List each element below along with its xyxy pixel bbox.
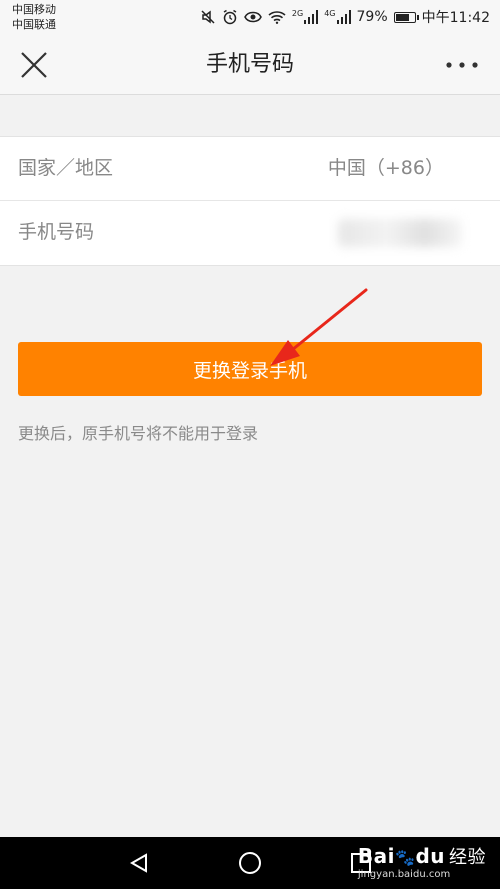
- watermark-brand-cn: 经验: [449, 847, 486, 868]
- status-icons: 2G 4G 79% 中午11:42: [200, 6, 490, 28]
- signal-bars-icon: [304, 10, 319, 24]
- baidu-jingyan-watermark: Bai🐾du 经验 jingyan.baidu.com: [358, 845, 486, 881]
- change-login-phone-button[interactable]: 更换登录手机: [18, 342, 482, 396]
- country-region-row[interactable]: 国家／地区 中国（+86）: [0, 137, 500, 201]
- more-dots-icon: [446, 62, 478, 68]
- more-options-button[interactable]: [442, 50, 482, 80]
- signal-2: 4G: [324, 9, 351, 24]
- battery-percent: 79%: [356, 9, 388, 25]
- clock: 中午11:42: [421, 10, 490, 26]
- carrier-info: 中国移动 中国联通: [12, 2, 56, 32]
- annotation-arrow: [270, 288, 368, 366]
- paw-icon: 🐾: [395, 848, 416, 867]
- phone-label: 手机号码: [18, 221, 95, 243]
- watermark-brand-bai: Bai: [357, 844, 396, 868]
- battery-icon: [393, 11, 419, 23]
- home-button[interactable]: [235, 849, 265, 877]
- battery-fill: [395, 13, 410, 21]
- carrier-2: 中国联通: [12, 18, 56, 31]
- wifi-icon: [268, 11, 286, 24]
- signal-bars-icon: [336, 10, 351, 24]
- watermark-brand: Bai🐾du 经验: [358, 845, 486, 869]
- phone-number-row: 手机号码: [0, 201, 500, 264]
- system-navigation-bar: Bai🐾du 经验 jingyan.baidu.com: [0, 837, 500, 889]
- network-type-2: 4G: [324, 9, 336, 18]
- carrier-1: 中国移动: [12, 3, 56, 16]
- hint-text: 更换后，原手机号将不能用于登录: [18, 424, 259, 443]
- country-value: 中国（+86）: [327, 157, 444, 179]
- status-bar: 中国移动 中国联通 2G 4G 79% 中午11:42: [0, 0, 500, 36]
- phone-number-field[interactable]: [340, 221, 464, 247]
- back-triangle-icon: [129, 853, 147, 873]
- watermark-url: jingyan.baidu.com: [357, 869, 451, 880]
- eye-icon: [244, 11, 262, 23]
- title-bar: 手机号码: [0, 36, 500, 95]
- network-type-1: 2G: [291, 9, 304, 18]
- country-label: 国家／地区: [18, 157, 114, 179]
- back-button[interactable]: [124, 849, 154, 877]
- watermark-brand-du: du: [415, 844, 445, 868]
- mute-icon: [201, 10, 215, 24]
- phone-form: 国家／地区 中国（+86） 手机号码: [0, 136, 500, 266]
- signal-1: 2G: [291, 9, 319, 24]
- alarm-icon: [223, 9, 237, 25]
- page-title: 手机号码: [205, 52, 294, 77]
- home-circle-icon: [239, 852, 261, 874]
